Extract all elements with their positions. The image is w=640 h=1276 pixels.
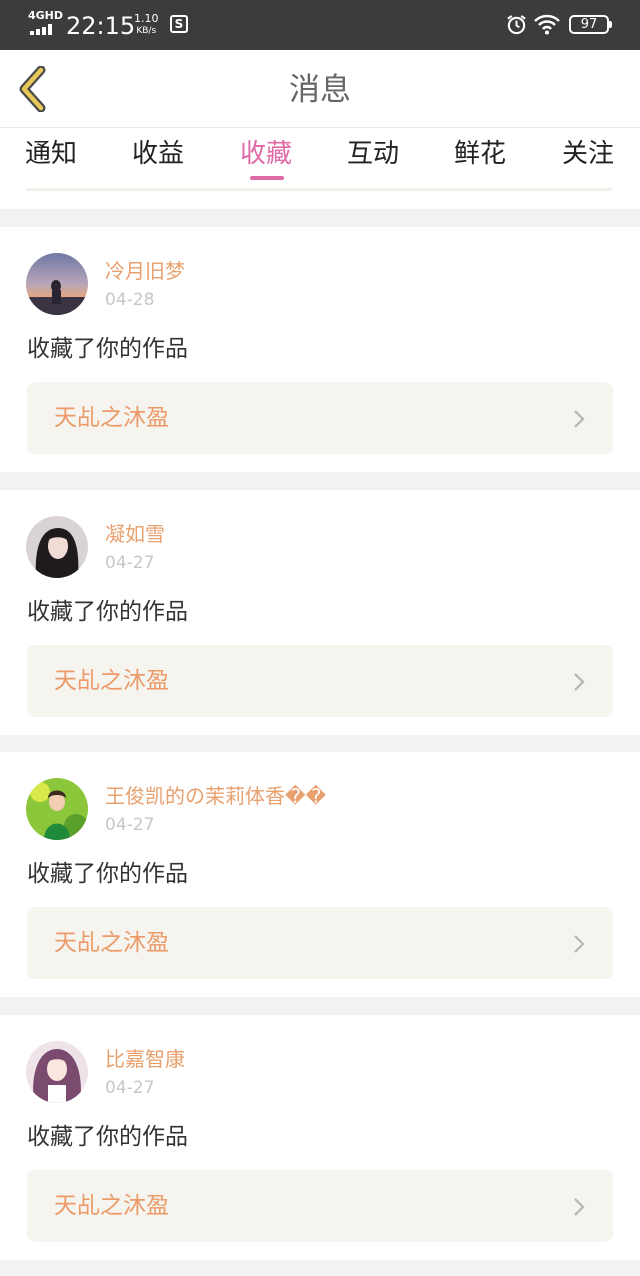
work-link[interactable]: 天乩之沐盈 — [27, 645, 613, 717]
tab-favorites[interactable]: 收藏 — [221, 138, 311, 170]
user-avatar[interactable] — [26, 1041, 88, 1103]
screenshot-icon: S — [170, 15, 188, 33]
tab-notifications[interactable]: 通知 — [6, 138, 96, 170]
chevron-right-icon — [574, 410, 585, 428]
notification-date: 04-28 — [105, 290, 155, 310]
signal-bars-icon — [30, 24, 56, 35]
notification-action: 收藏了你的作品 — [27, 1124, 188, 1150]
work-title: 天乩之沐盈 — [54, 930, 169, 956]
page-title: 消息 — [289, 72, 351, 108]
active-tab-indicator — [250, 176, 284, 180]
notification-action: 收藏了你的作品 — [27, 861, 188, 887]
tab-flowers[interactable]: 鲜花 — [435, 138, 525, 170]
message-tabs: 通知 收益 收藏 互动 鲜花 关注 — [0, 128, 640, 209]
work-title: 天乩之沐盈 — [54, 668, 169, 694]
user-avatar[interactable] — [26, 778, 88, 840]
battery-icon: 97 — [569, 15, 612, 34]
notification-date: 04-27 — [105, 553, 155, 573]
network-type: 4GHD — [28, 9, 64, 22]
notification-action: 收藏了你的作品 — [27, 336, 188, 362]
work-link[interactable]: 天乩之沐盈 — [27, 1170, 613, 1242]
speed-value: 1.10 — [134, 12, 159, 25]
username[interactable]: 王俊凯的の茉莉体香�� — [105, 783, 326, 809]
chevron-right-icon — [574, 1198, 585, 1216]
work-link[interactable]: 天乩之沐盈 — [27, 382, 613, 454]
tab-earnings[interactable]: 收益 — [113, 138, 203, 170]
wifi-icon — [534, 14, 560, 35]
notification-card: 冷月旧梦 04-28 收藏了你的作品 天乩之沐盈 — [0, 227, 640, 472]
speed-unit: KB/s — [136, 26, 157, 36]
chevron-right-icon — [574, 673, 585, 691]
work-title: 天乩之沐盈 — [54, 405, 169, 431]
alarm-clock-icon — [507, 15, 526, 35]
notification-date: 04-27 — [105, 1078, 155, 1098]
status-time: 22:15 — [66, 12, 136, 40]
notification-card: 比嘉智康 04-27 收藏了你的作品 天乩之沐盈 — [0, 1015, 640, 1260]
status-bar: 4GHD 22:15 1.10 KB/s S 97 — [0, 0, 640, 50]
chevron-right-icon — [574, 935, 585, 953]
tab-follows[interactable]: 关注 — [543, 138, 633, 170]
tabs-divider — [26, 188, 612, 191]
user-avatar[interactable] — [26, 516, 88, 578]
username[interactable]: 冷月旧梦 — [105, 258, 185, 284]
notification-card: 凝如雪 04-27 收藏了你的作品 天乩之沐盈 — [0, 490, 640, 735]
tab-interactions[interactable]: 互动 — [328, 138, 418, 170]
notification-date: 04-27 — [105, 815, 155, 835]
app-header: 消息 — [0, 50, 640, 128]
work-title: 天乩之沐盈 — [54, 1193, 169, 1219]
work-link[interactable]: 天乩之沐盈 — [27, 907, 613, 979]
username[interactable]: 比嘉智康 — [105, 1046, 185, 1072]
user-avatar[interactable] — [26, 253, 88, 315]
network-speed: 1.10 KB/s — [134, 13, 159, 37]
notification-action: 收藏了你的作品 — [27, 599, 188, 625]
username[interactable]: 凝如雪 — [105, 521, 165, 547]
notification-card: 王俊凯的の茉莉体香�� 04-27 收藏了你的作品 天乩之沐盈 — [0, 752, 640, 997]
